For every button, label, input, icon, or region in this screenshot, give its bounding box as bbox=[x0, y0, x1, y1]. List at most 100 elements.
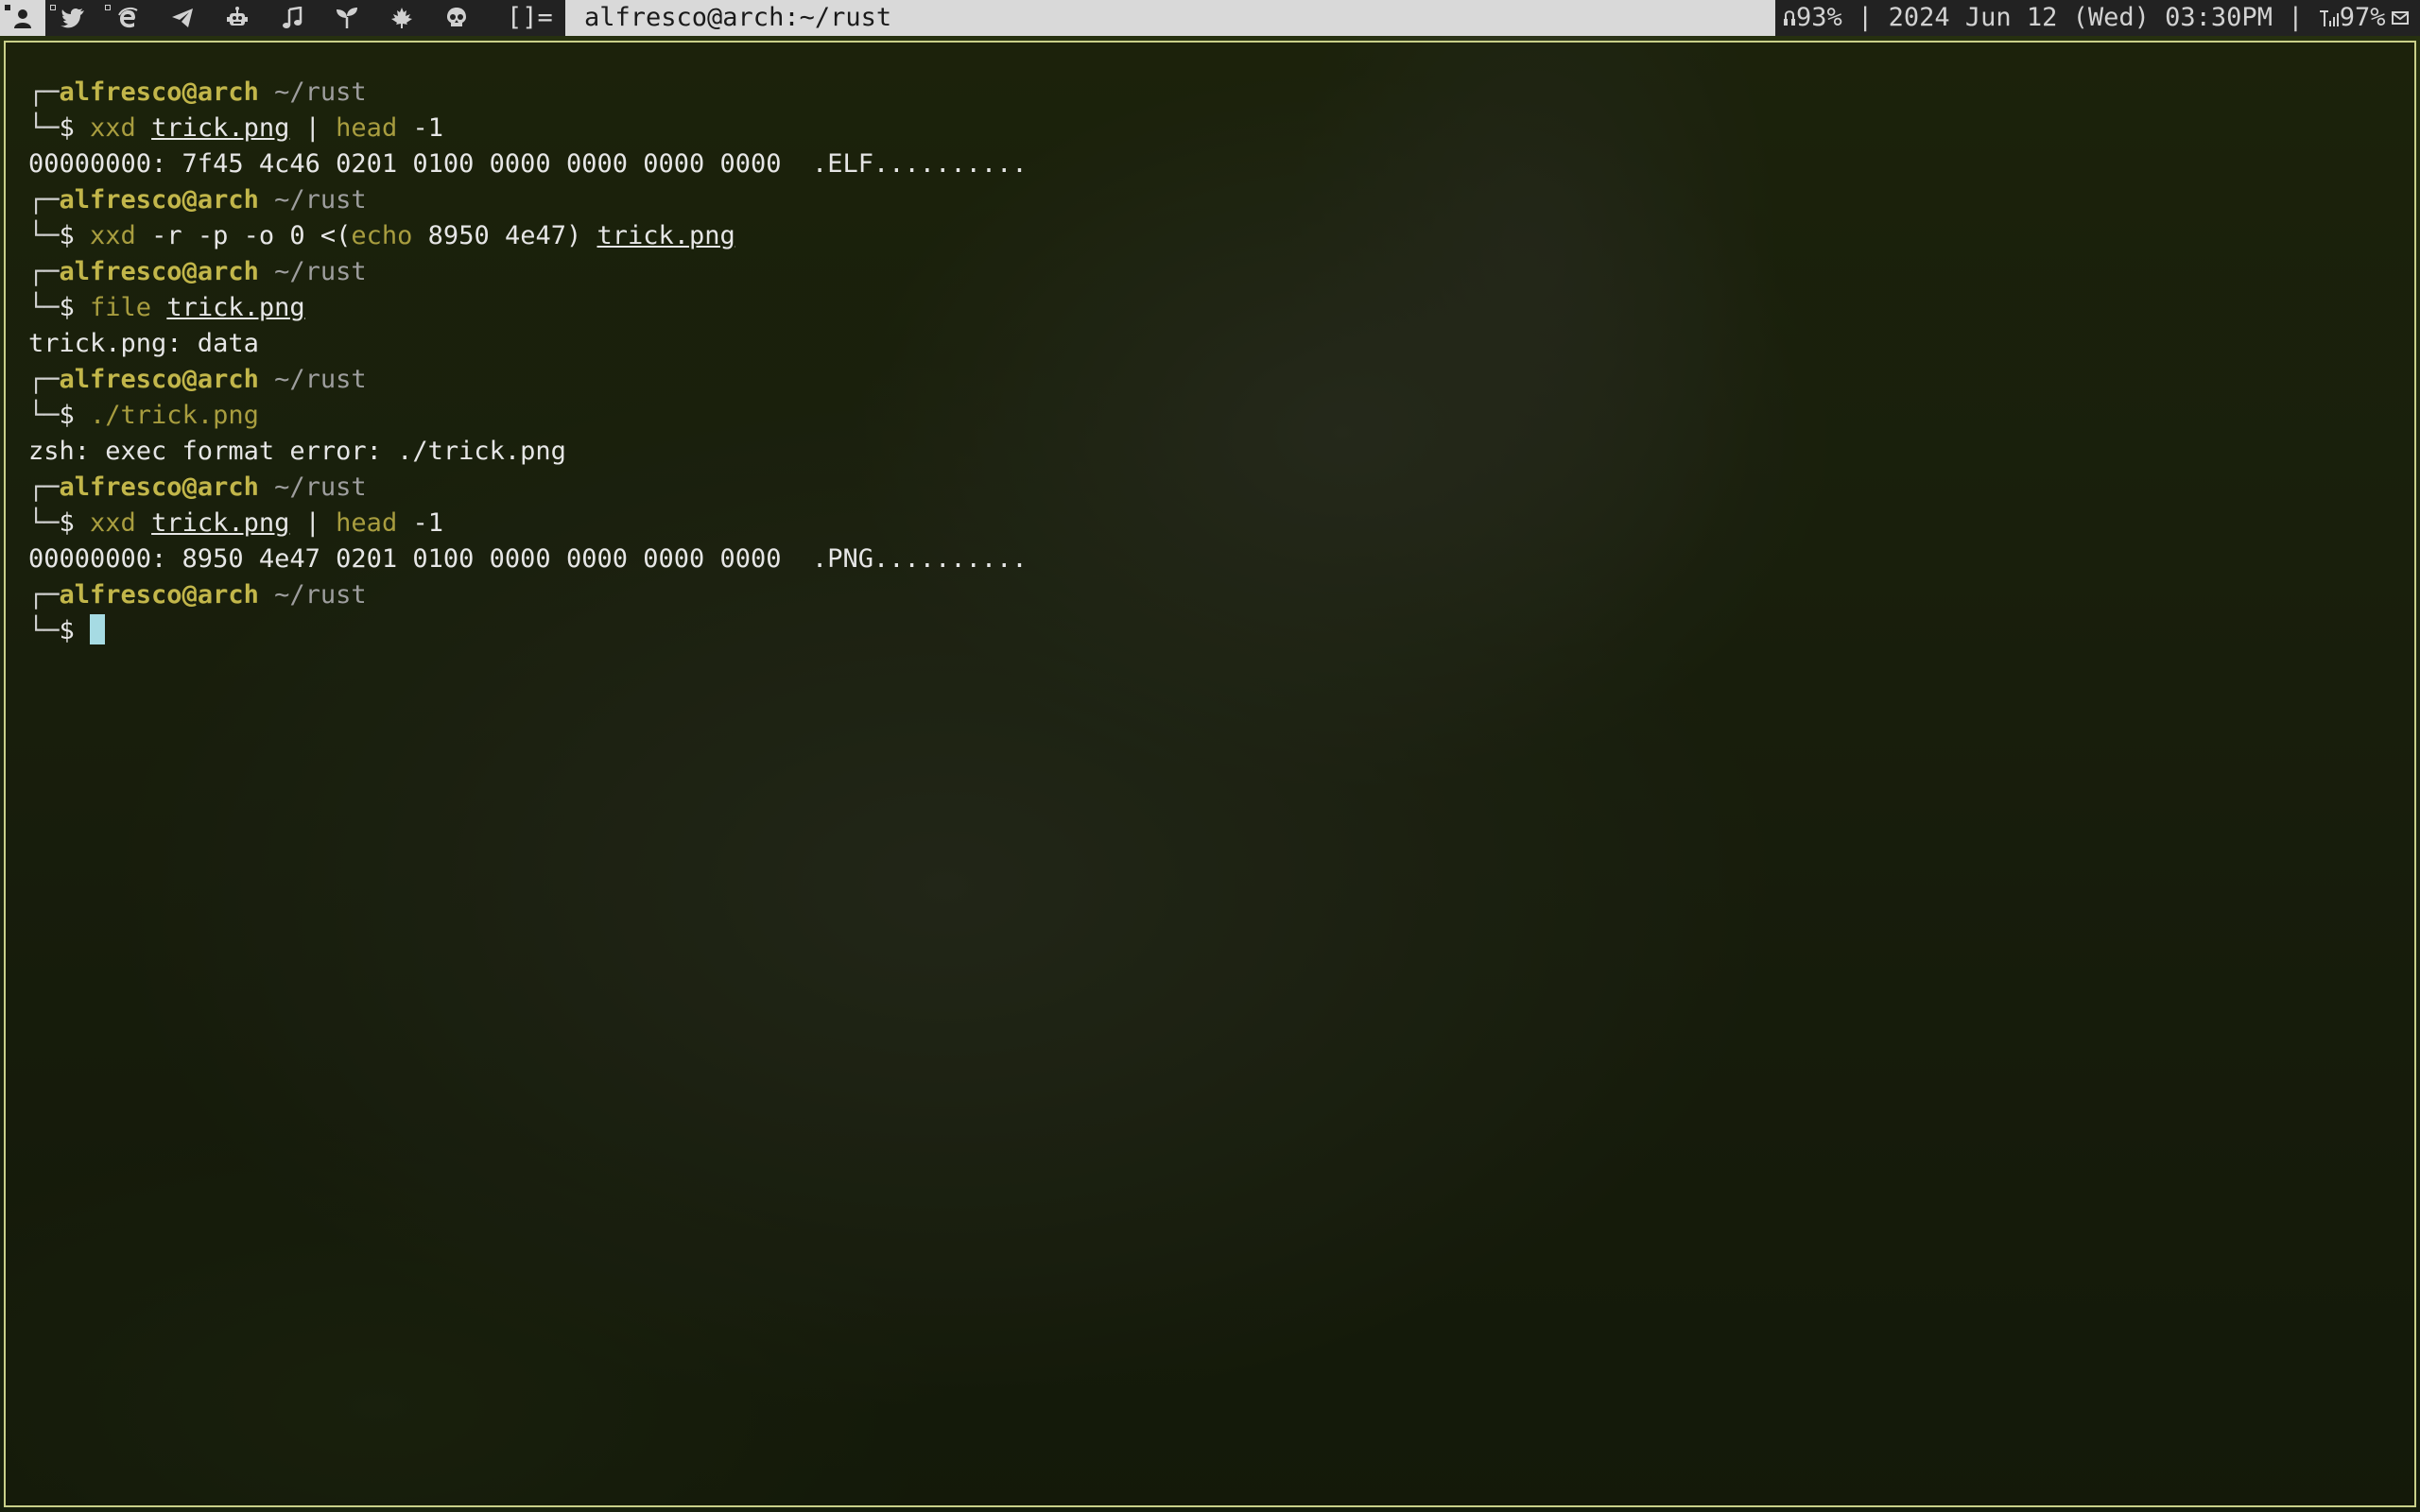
sprout-icon bbox=[337, 8, 357, 28]
prompt-box-bottom: └─ bbox=[28, 616, 60, 645]
prompt-line: ┌─alfresco@arch ~/rust bbox=[28, 182, 1028, 218]
paper-plane-icon bbox=[172, 9, 193, 27]
tag-3[interactable] bbox=[100, 0, 155, 36]
command-program: xxd bbox=[90, 508, 136, 538]
robot-icon bbox=[227, 7, 248, 26]
prompt-user-host: alfresco@arch bbox=[59, 257, 259, 286]
prompt-cwd: ~/rust bbox=[274, 472, 367, 502]
command-path-arg: trick.png bbox=[166, 293, 305, 322]
tag-8[interactable] bbox=[374, 0, 429, 36]
prompt-cwd: ~/rust bbox=[274, 77, 367, 107]
terminal-window[interactable]: ┌─alfresco@arch ~/rust └─$ xxd trick.png … bbox=[4, 41, 2416, 1507]
tag-7[interactable] bbox=[320, 0, 374, 36]
status-separator: | bbox=[2272, 3, 2319, 32]
prompt-box-bottom: └─ bbox=[28, 221, 60, 250]
command-args bbox=[151, 293, 166, 322]
command-args bbox=[136, 508, 151, 538]
prompt-box-top: ┌─ bbox=[28, 365, 60, 394]
user-icon bbox=[14, 9, 31, 28]
prompt-box-bottom: └─ bbox=[28, 401, 60, 430]
prompt-line: ┌─alfresco@arch ~/rust bbox=[28, 577, 1028, 613]
command-args: -1 bbox=[397, 508, 443, 538]
signal-icon bbox=[2319, 8, 2340, 28]
command-args: -1 bbox=[397, 113, 443, 143]
tag-2[interactable] bbox=[45, 0, 100, 36]
prompt-symbol: $ bbox=[59, 508, 91, 538]
prompt-box-top: ┌─ bbox=[28, 472, 60, 502]
command-line: └─$ ./trick.png bbox=[28, 398, 1028, 434]
command-line: └─$ file trick.png bbox=[28, 290, 1028, 326]
prompt-user-host: alfresco@arch bbox=[59, 580, 259, 610]
command-path-arg: trick.png bbox=[596, 221, 735, 250]
focused-window-title: alfresco@arch:~/rust bbox=[565, 0, 1775, 36]
prompt-user-host: alfresco@arch bbox=[59, 185, 259, 215]
prompt-box-top: ┌─ bbox=[28, 185, 60, 215]
command-line: └─$ xxd trick.png | head -1 bbox=[28, 506, 1028, 541]
prompt-cwd: ~/rust bbox=[274, 257, 367, 286]
prompt-line: ┌─alfresco@arch ~/rust bbox=[28, 362, 1028, 398]
prompt-symbol: $ bbox=[59, 616, 91, 645]
prompt-symbol: $ bbox=[59, 401, 91, 430]
command-args bbox=[136, 113, 151, 143]
skull-icon bbox=[447, 8, 466, 26]
tag-9[interactable] bbox=[429, 0, 484, 36]
tag-1[interactable] bbox=[0, 0, 45, 36]
command-line: └─$ xxd trick.png | head -1 bbox=[28, 111, 1028, 146]
prompt-cwd: ~/rust bbox=[274, 185, 367, 215]
prompt-line: ┌─alfresco@arch ~/rust bbox=[28, 75, 1028, 111]
music-note-icon bbox=[283, 7, 302, 28]
top-status-bar: []= alfresco@arch:~/rust 93% | 2024 Jun … bbox=[0, 0, 2420, 36]
command-program: head bbox=[336, 508, 398, 538]
workspace-tags bbox=[0, 0, 484, 36]
command-path-arg: trick.png bbox=[151, 113, 290, 143]
command-output: trick.png: data bbox=[28, 329, 259, 358]
command-output: 00000000: 8950 4e47 0201 0100 0000 0000 … bbox=[28, 544, 1028, 574]
prompt-cwd: ~/rust bbox=[274, 365, 367, 394]
command-args: -r -p -o 0 <( bbox=[135, 221, 352, 250]
prompt-user-host: alfresco@arch bbox=[59, 472, 259, 502]
prompt-user-host: alfresco@arch bbox=[59, 365, 259, 394]
prompt-line: ┌─alfresco@arch ~/rust bbox=[28, 470, 1028, 506]
command-program: xxd bbox=[90, 113, 136, 143]
command-line: └─$ bbox=[28, 613, 1028, 649]
command-line: └─$ xxd -r -p -o 0 <(echo 8950 4e47) tri… bbox=[28, 218, 1028, 254]
prompt-box-top: ┌─ bbox=[28, 580, 60, 610]
command-program: head bbox=[336, 113, 398, 143]
browser-e-icon bbox=[118, 7, 138, 28]
battery-level: 97% bbox=[2339, 3, 2386, 32]
command-program: echo bbox=[351, 221, 413, 250]
tag-4[interactable] bbox=[155, 0, 210, 36]
prompt-box-bottom: └─ bbox=[28, 293, 60, 322]
desktop: []= alfresco@arch:~/rust 93% | 2024 Jun … bbox=[0, 0, 2420, 1512]
command-args: | bbox=[289, 508, 337, 538]
command-program: ./trick.png bbox=[90, 401, 259, 430]
datetime: 2024 Jun 12 (Wed) 03:30PM bbox=[1888, 3, 2273, 32]
prompt-user-host: alfresco@arch bbox=[59, 77, 259, 107]
terminal-cursor[interactable] bbox=[90, 614, 106, 644]
prompt-symbol: $ bbox=[59, 221, 91, 250]
volume-icon bbox=[1783, 8, 1796, 28]
layout-symbol[interactable]: []= bbox=[499, 0, 561, 36]
volume-level: 93% bbox=[1796, 3, 1842, 32]
prompt-box-bottom: └─ bbox=[28, 508, 60, 538]
bird-icon bbox=[60, 8, 84, 28]
mail-icon bbox=[2391, 10, 2409, 26]
terminal-output: ┌─alfresco@arch ~/rust └─$ xxd trick.png … bbox=[28, 75, 1028, 649]
prompt-box-top: ┌─ bbox=[28, 257, 60, 286]
maple-leaf-icon bbox=[391, 8, 412, 28]
tag-5[interactable] bbox=[210, 0, 265, 36]
command-program: xxd bbox=[90, 221, 136, 250]
prompt-box-top: ┌─ bbox=[28, 77, 60, 107]
status-area: 93% | 2024 Jun 12 (Wed) 03:30PM | 97% bbox=[1777, 0, 2420, 36]
prompt-line: ┌─alfresco@arch ~/rust bbox=[28, 254, 1028, 290]
prompt-box-bottom: └─ bbox=[28, 113, 60, 143]
status-separator: | bbox=[1841, 3, 1889, 32]
tag-6[interactable] bbox=[265, 0, 320, 36]
command-args: 8950 4e47) bbox=[412, 221, 597, 250]
prompt-symbol: $ bbox=[59, 113, 91, 143]
command-output: 00000000: 7f45 4c46 0201 0100 0000 0000 … bbox=[28, 149, 1028, 179]
command-args: | bbox=[289, 113, 337, 143]
command-program: file bbox=[90, 293, 152, 322]
command-output: zsh: exec format error: ./trick.png bbox=[28, 437, 566, 466]
prompt-symbol: $ bbox=[59, 293, 91, 322]
